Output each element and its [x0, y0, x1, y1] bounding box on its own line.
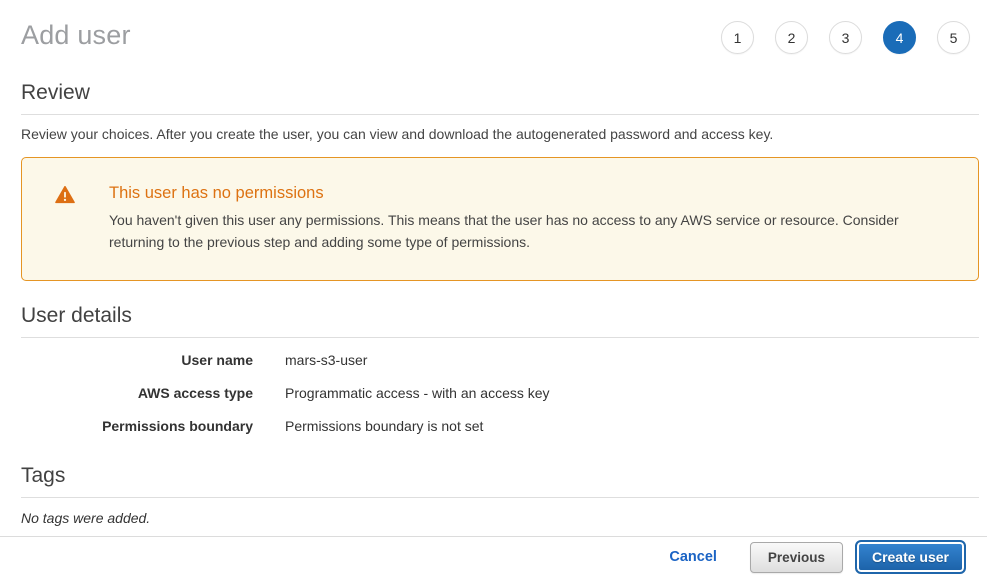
tags-empty-message: No tags were added. [21, 510, 979, 526]
review-description: Review your choices. After you create th… [21, 126, 979, 142]
warning-title: This user has no permissions [109, 184, 942, 203]
review-heading: Review [21, 81, 979, 115]
add-user-wizard-page: Add user 1 2 3 4 5 Review Review your ch… [0, 0, 987, 581]
step-2[interactable]: 2 [775, 21, 808, 54]
user-details-list: User name mars-s3-user AWS access type P… [21, 352, 979, 434]
permissions-boundary-value: Permissions boundary is not set [285, 418, 979, 434]
step-indicator: 1 2 3 4 5 [721, 16, 970, 54]
no-permissions-warning: This user has no permissions You haven't… [21, 157, 979, 281]
user-name-value: mars-s3-user [285, 352, 979, 368]
create-user-button[interactable]: Create user [855, 540, 966, 574]
previous-button[interactable]: Previous [750, 542, 843, 573]
access-type-label: AWS access type [21, 385, 253, 401]
wizard-footer: Cancel Previous Create user [0, 536, 987, 581]
step-1[interactable]: 1 [721, 21, 754, 54]
access-type-value: Programmatic access - with an access key [285, 385, 979, 401]
wizard-header: Add user 1 2 3 4 5 [0, 0, 987, 54]
step-3[interactable]: 3 [829, 21, 862, 54]
tags-heading: Tags [21, 464, 979, 498]
user-details-heading: User details [21, 304, 979, 338]
cancel-button[interactable]: Cancel [669, 549, 717, 565]
step-4-active[interactable]: 4 [883, 21, 916, 54]
permissions-boundary-label: Permissions boundary [21, 418, 253, 434]
warning-triangle-icon [55, 186, 75, 204]
page-title: Add user [21, 16, 131, 51]
user-name-label: User name [21, 352, 253, 368]
warning-text: This user has no permissions You haven't… [109, 184, 942, 253]
warning-body: You haven't given this user any permissi… [109, 209, 942, 253]
step-5[interactable]: 5 [937, 21, 970, 54]
wizard-content: Review Review your choices. After you cr… [0, 81, 987, 526]
